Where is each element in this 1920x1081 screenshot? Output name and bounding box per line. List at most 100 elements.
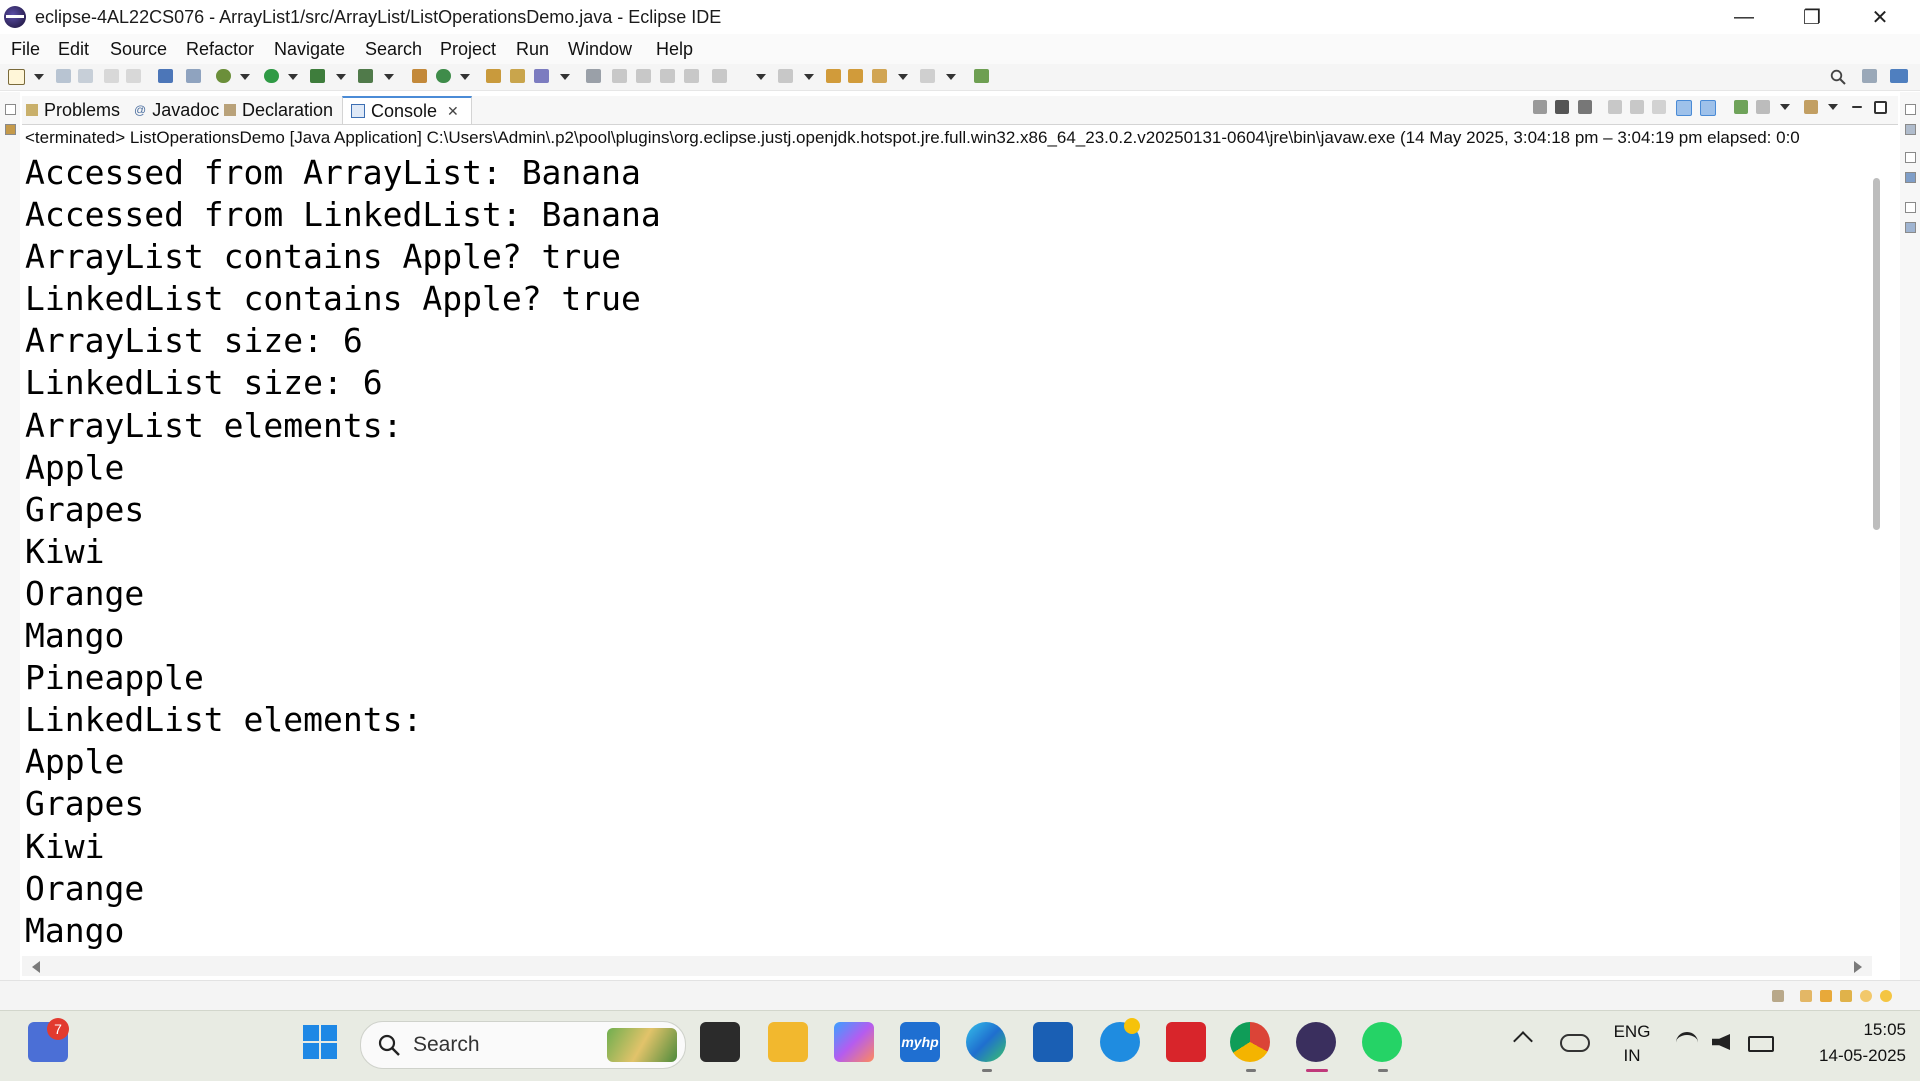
eclipse-taskbar-icon[interactable] [1296,1022,1336,1062]
restore-bottom-view-icon[interactable] [1905,152,1916,163]
clear-console-icon[interactable] [1608,100,1622,114]
minimize-view-icon[interactable] [1852,106,1862,108]
display-console-icon[interactable] [1756,100,1770,114]
task-view-icon[interactable] [700,1022,740,1062]
coverage-icon[interactable] [310,69,325,83]
scroll-left-icon[interactable] [32,961,40,973]
show-stderr-icon[interactable] [1700,100,1716,116]
open-console-dropdown-icon[interactable] [1828,104,1838,110]
pin-console-icon[interactable] [1734,100,1748,114]
show-stdout-icon[interactable] [1676,100,1692,116]
new-java-project-icon[interactable] [412,69,427,83]
menu-window[interactable]: Window [568,39,632,60]
new-class-dropdown-icon[interactable] [460,74,470,80]
outline-icon[interactable] [1905,124,1916,135]
microsoft-store-icon[interactable] [1033,1022,1073,1062]
run-dropdown-icon[interactable] [288,74,298,80]
vertical-scroll-thumb[interactable] [1873,178,1880,530]
previous-annotation-dropdown-icon[interactable] [804,74,814,80]
restore-view-icon[interactable] [5,104,16,115]
edge-icon[interactable] [966,1022,1006,1062]
status-pen-icon[interactable] [1840,990,1852,1002]
open-type-icon[interactable] [486,69,501,83]
menu-source[interactable]: Source [110,39,167,60]
back-dropdown-icon[interactable] [898,74,908,80]
new-class-icon[interactable] [436,69,451,83]
next-annotation-icon[interactable] [712,69,727,83]
open-task-icon[interactable] [510,69,525,83]
debug-dropdown-icon[interactable] [240,74,250,80]
minimize-button[interactable]: — [1710,0,1778,34]
language-indicator[interactable]: ENG [1610,1022,1654,1042]
status-tutorial-icon[interactable] [1820,990,1832,1002]
new-icon[interactable] [8,69,25,85]
status-book-icon[interactable] [1800,990,1812,1002]
myhp-icon[interactable]: myhp [900,1022,940,1062]
tab-console[interactable]: Console ✕ [342,96,472,124]
menu-search[interactable]: Search [365,39,422,60]
external-tools-dropdown-icon[interactable] [384,74,394,80]
scroll-right-icon[interactable] [1854,961,1862,973]
mark-occurrences-icon[interactable] [612,69,627,83]
horizontal-scrollbar[interactable] [22,956,1872,976]
file-explorer-icon[interactable] [768,1022,808,1062]
mcafee-icon[interactable] [1166,1022,1206,1062]
clock-time[interactable]: 15:05 [1790,1020,1906,1040]
region-indicator[interactable]: IN [1610,1046,1654,1066]
terminate-icon[interactable] [1533,100,1547,114]
task-list-icon[interactable] [1905,172,1916,183]
forward-icon[interactable] [920,69,935,83]
search-icon[interactable] [1830,69,1846,85]
run-icon[interactable] [264,69,279,83]
previous-annotation-icon[interactable] [778,69,793,83]
skip-breakpoints-icon[interactable] [186,69,201,83]
save-all-icon[interactable] [78,69,93,83]
next-annotation-dropdown-icon[interactable] [756,74,766,80]
external-tools-icon[interactable] [358,69,373,83]
status-feedback-icon[interactable] [1772,990,1784,1002]
new-dropdown-icon[interactable] [34,74,44,80]
pin-editor-icon[interactable] [974,69,989,83]
taskbar-search-box[interactable]: Search [360,1021,686,1069]
restore-task-view-icon[interactable] [1905,202,1916,213]
java-perspective-icon[interactable] [1890,69,1908,83]
status-update-icon[interactable] [1860,990,1872,1002]
remove-all-terminated-icon[interactable] [1578,100,1592,114]
wifi-icon[interactable] [1676,1032,1698,1053]
display-console-dropdown-icon[interactable] [1780,104,1790,110]
restore-right-view-icon[interactable] [1905,104,1916,115]
package-explorer-icon[interactable] [5,124,16,135]
menu-file[interactable]: File [11,39,40,60]
show-whitespace-icon[interactable] [684,69,699,83]
tab-problems[interactable]: Problems [26,96,126,124]
maximize-view-icon[interactable] [1874,101,1887,114]
word-wrap-console-icon[interactable] [1652,100,1666,114]
forward-dropdown-icon[interactable] [946,74,956,80]
onedrive-icon[interactable] [1560,1034,1590,1052]
last-edit-location-icon[interactable] [826,69,841,83]
chrome-icon[interactable] [1230,1022,1270,1062]
menu-help[interactable]: Help [656,39,693,60]
block-selection-icon[interactable] [660,69,675,83]
back-history-icon[interactable] [872,69,887,83]
undo-icon[interactable] [104,69,119,83]
vertical-scrollbar[interactable] [1870,152,1884,952]
search-tool-dropdown-icon[interactable] [560,74,570,80]
menu-refactor[interactable]: Refactor [186,39,254,60]
word-wrap-icon[interactable] [636,69,651,83]
debug-icon[interactable] [216,69,231,83]
remove-launch-icon[interactable] [1555,100,1569,114]
restore-button[interactable]: ❐ [1778,0,1846,34]
copilot-icon[interactable] [834,1022,874,1062]
save-icon[interactable] [56,69,71,83]
scroll-lock-icon[interactable] [1630,100,1644,114]
open-perspective-icon[interactable] [1862,69,1877,83]
close-window-button[interactable]: ✕ [1846,0,1914,34]
annotation-icon[interactable] [586,69,601,83]
properties-icon[interactable] [1905,222,1916,233]
menu-run[interactable]: Run [516,39,549,60]
close-tab-icon[interactable]: ✕ [447,103,459,120]
start-icon[interactable] [300,1022,340,1062]
battery-icon[interactable] [1748,1036,1774,1052]
clock-date[interactable]: 14-05-2025 [1790,1046,1906,1066]
